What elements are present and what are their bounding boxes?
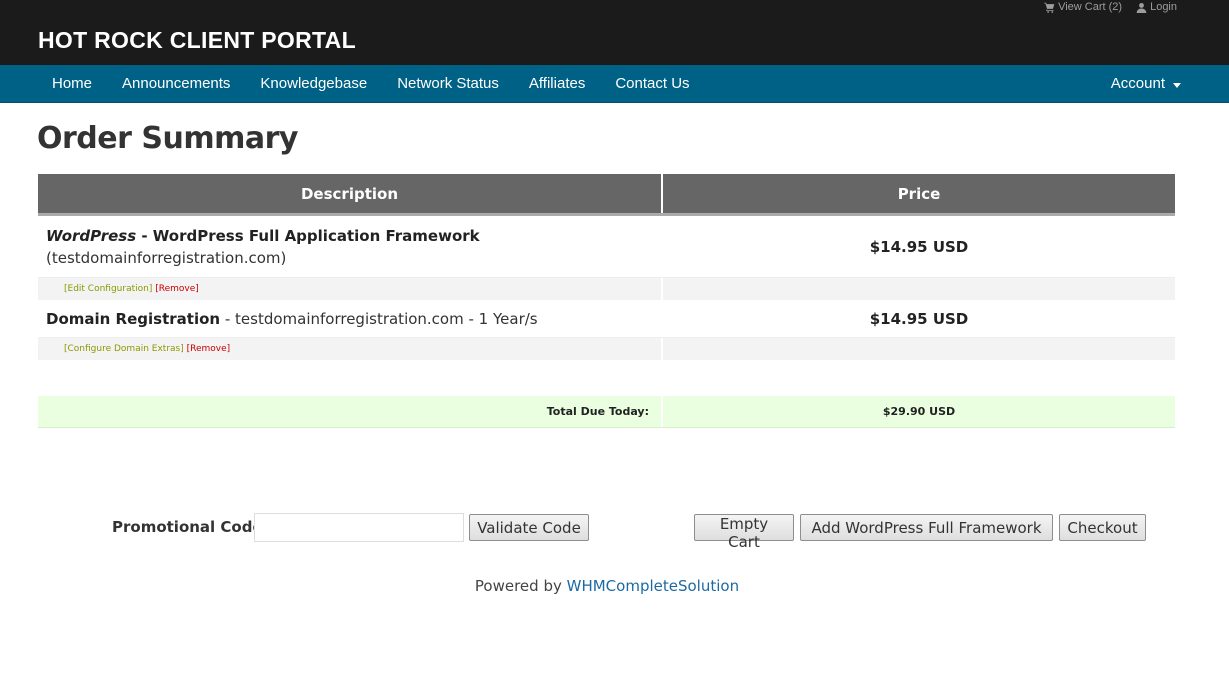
total-row: Total Due Today: $29.90 USD — [38, 396, 1175, 428]
caret-down-icon — [1173, 82, 1181, 88]
item-description: Domain Registration - testdomainforregis… — [38, 300, 663, 337]
nav-announcements[interactable]: Announcements — [107, 65, 245, 103]
item-detail: - testdomainforregistration.com - 1 Year… — [220, 309, 538, 328]
top-header: View Cart (2) Login HOT ROCK CLIENT PORT… — [0, 0, 1229, 65]
validate-code-button[interactable]: Validate Code — [469, 514, 589, 541]
table-row: WordPress - WordPress Full Application F… — [38, 216, 1175, 278]
promo-code-label: Promotional Code — [112, 518, 263, 536]
powered-prefix: Powered by — [474, 577, 567, 595]
table-row-actions: [Configure Domain Extras] [Remove] — [38, 338, 1175, 360]
nav-knowledgebase[interactable]: Knowledgebase — [245, 65, 382, 103]
item-price: $14.95 USD — [869, 309, 969, 328]
table-header: Description Price — [38, 174, 1175, 216]
table-row-actions: [Edit Configuration] [Remove] — [38, 278, 1175, 300]
add-wordpress-button[interactable]: Add WordPress Full Framework — [800, 514, 1053, 541]
brand-logo-text[interactable]: HOT ROCK CLIENT PORTAL — [38, 27, 356, 54]
remove-link[interactable]: [Remove] — [155, 284, 199, 294]
configure-domain-extras-link[interactable]: [Configure Domain Extras] — [64, 344, 184, 354]
item-price: $14.95 USD — [869, 237, 969, 256]
empty-cell — [663, 278, 1175, 300]
nav-contact-us[interactable]: Contact Us — [600, 65, 704, 103]
promo-code-input[interactable] — [254, 513, 464, 542]
order-summary-table: Description Price WordPress - WordPress … — [38, 174, 1175, 428]
edit-configuration-link[interactable]: [Edit Configuration] — [64, 284, 152, 294]
empty-cart-button[interactable]: Empty Cart — [694, 514, 794, 551]
nav-items: Home Announcements Knowledgebase Network… — [37, 65, 705, 103]
header-price: Price — [663, 174, 1175, 213]
total-label: Total Due Today: — [38, 396, 663, 427]
nav-network-status[interactable]: Network Status — [382, 65, 514, 103]
top-links: View Cart (2) Login — [1044, 0, 1177, 14]
total-value: $29.90 USD — [663, 396, 1175, 427]
page-title: Order Summary — [37, 121, 298, 156]
item-actions: [Edit Configuration] [Remove] — [38, 278, 663, 300]
item-product: WordPress - WordPress Full Application F… — [46, 227, 480, 245]
user-icon — [1136, 2, 1147, 13]
item-title: WordPress - WordPress Full Application F… — [46, 225, 661, 247]
item-description: WordPress - WordPress Full Application F… — [38, 216, 663, 277]
item-actions: [Configure Domain Extras] [Remove] — [38, 338, 663, 360]
checkout-button[interactable]: Checkout — [1059, 514, 1146, 541]
empty-cell — [663, 338, 1175, 360]
remove-link[interactable]: [Remove] — [187, 344, 231, 354]
shopping-cart-icon — [1044, 2, 1055, 13]
login-label: Login — [1150, 1, 1177, 13]
view-cart-label: View Cart (2) — [1058, 1, 1123, 13]
account-label: Account — [1110, 75, 1165, 92]
item-domain: (testdomainforregistration.com) — [46, 249, 287, 267]
item-name: Domain Registration — [46, 309, 221, 328]
view-cart-link[interactable]: View Cart (2) — [1044, 0, 1122, 14]
nav-affiliates[interactable]: Affiliates — [514, 65, 600, 103]
spacer-row — [38, 360, 1175, 396]
account-dropdown[interactable]: Account — [1111, 65, 1181, 103]
table-row: Domain Registration - testdomainforregis… — [38, 300, 1175, 338]
header-description: Description — [38, 174, 663, 213]
main-navbar: Home Announcements Knowledgebase Network… — [0, 65, 1229, 103]
login-link[interactable]: Login — [1136, 0, 1177, 14]
nav-home[interactable]: Home — [37, 65, 107, 103]
whmcs-link[interactable]: WHMCompleteSolution — [567, 577, 739, 595]
footer-powered-by: Powered by WHMCompleteSolution — [0, 577, 1214, 595]
